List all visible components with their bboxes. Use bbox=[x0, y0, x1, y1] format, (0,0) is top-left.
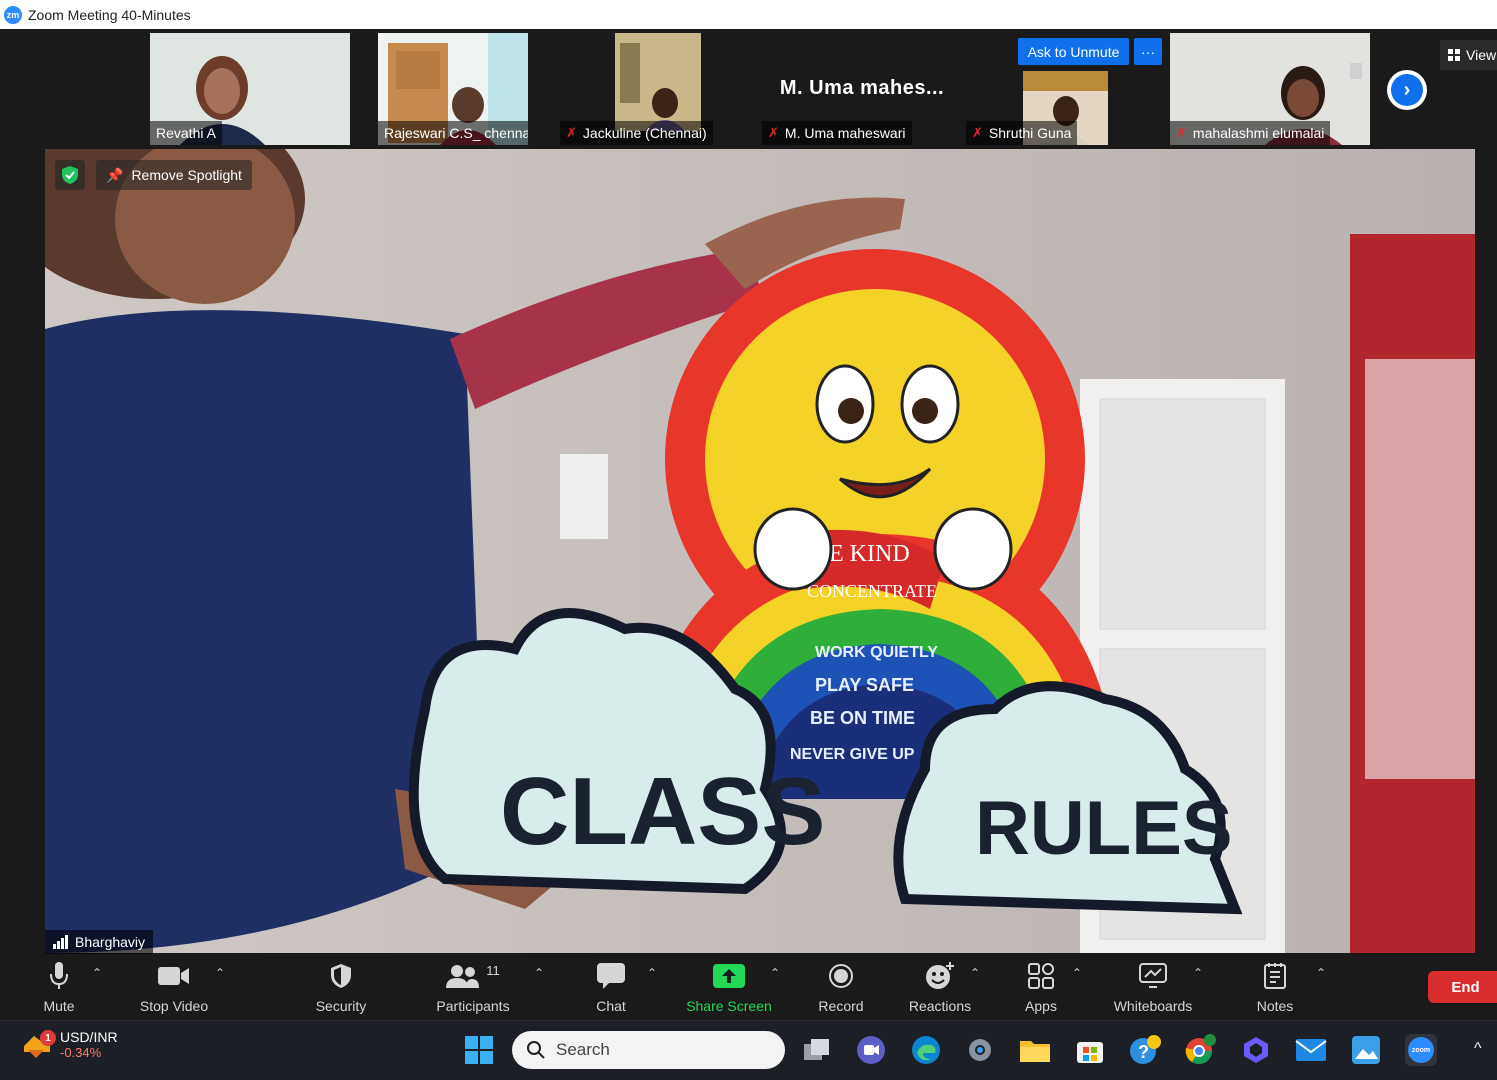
whiteboards-button[interactable]: Whiteboards bbox=[1108, 960, 1198, 1014]
participant-name: Rajeswari C.S_ chennai bbox=[378, 121, 528, 145]
copilot-icon[interactable] bbox=[1240, 1034, 1272, 1066]
more-options-button[interactable]: ··· bbox=[1134, 38, 1162, 65]
participant-strip: Revathi A Rajeswari C.S_ chennai ✗ Jackul… bbox=[0, 29, 1497, 148]
chrome-browser-icon[interactable] bbox=[1184, 1034, 1216, 1066]
search-icon bbox=[527, 1041, 545, 1059]
participants-options-caret-icon[interactable]: ⌃ bbox=[534, 966, 544, 980]
notes-icon bbox=[1264, 960, 1286, 992]
chevron-right-icon: › bbox=[1391, 74, 1423, 106]
speaker-name-label: Bharghaviy bbox=[45, 930, 154, 954]
view-button[interactable]: View bbox=[1440, 40, 1497, 70]
chat-button[interactable]: Chat bbox=[594, 960, 628, 1014]
share-options-caret-icon[interactable]: ⌃ bbox=[770, 966, 780, 980]
chat-options-caret-icon[interactable]: ⌃ bbox=[647, 966, 657, 980]
meet-icon[interactable] bbox=[855, 1034, 887, 1066]
mic-muted-icon: ✗ bbox=[566, 125, 577, 140]
ask-to-unmute-button[interactable]: Ask to Unmute bbox=[1018, 38, 1129, 65]
participant-name: ✗ mahalashmi elumalai bbox=[1170, 121, 1331, 145]
spotlight-video-frame: CLASS RULES BE KIND CONCENTRATE WORK QUI… bbox=[45, 149, 1475, 953]
mute-options-caret-icon[interactable]: ⌃ bbox=[92, 966, 102, 980]
mute-button[interactable]: Mute bbox=[38, 960, 80, 1014]
participant-name: Revathi A bbox=[150, 121, 222, 145]
task-view-icon[interactable] bbox=[801, 1034, 833, 1066]
poster-rainbow-text-1: WORK QUIETLY bbox=[815, 644, 938, 661]
encryption-shield-icon[interactable] bbox=[55, 160, 85, 190]
pin-icon: 📌 bbox=[106, 166, 124, 183]
poster-banner-text-2: CONCENTRATE bbox=[807, 581, 937, 601]
reactions-options-caret-icon[interactable]: ⌃ bbox=[970, 966, 980, 980]
help-icon[interactable]: ? bbox=[1129, 1034, 1161, 1066]
windows-start-icon[interactable] bbox=[463, 1034, 495, 1066]
participant-tile-rajeswari[interactable]: Rajeswari C.S_ chennai bbox=[378, 33, 528, 145]
participant-name: ✗ Shruthi Guna bbox=[966, 121, 1078, 145]
photos-icon[interactable] bbox=[1350, 1034, 1382, 1066]
smiley-plus-icon bbox=[925, 960, 955, 992]
participant-name: ✗ M. Uma maheswari bbox=[762, 121, 912, 145]
participants-button[interactable]: 11 Participants bbox=[432, 960, 514, 1015]
svg-text:?: ? bbox=[1138, 1042, 1149, 1062]
participant-tile-mahalashmi[interactable]: ✗ mahalashmi elumalai bbox=[1170, 33, 1370, 145]
mic-muted-icon: ✗ bbox=[1176, 125, 1187, 140]
meeting-toolbar: Mute ⌃ Stop Video ⌃ Security 11 Particip… bbox=[0, 954, 1497, 1020]
mic-muted-icon: ✗ bbox=[768, 125, 779, 140]
zoom-logo-icon: zm bbox=[4, 5, 22, 24]
poster-rules-text: RULES bbox=[975, 786, 1233, 871]
video-options-caret-icon[interactable]: ⌃ bbox=[215, 966, 225, 980]
notes-button[interactable]: Notes bbox=[1252, 960, 1298, 1014]
participant-name: ✗ Jackuline (Chennai) bbox=[560, 121, 713, 145]
notes-options-caret-icon[interactable]: ⌃ bbox=[1316, 966, 1326, 980]
remove-spotlight-button[interactable]: 📌 Remove Spotlight bbox=[96, 160, 252, 190]
next-page-button[interactable]: › bbox=[1387, 70, 1427, 110]
signal-strength-icon bbox=[53, 935, 68, 949]
share-screen-button[interactable]: Share Screen bbox=[684, 960, 774, 1014]
whiteboard-icon bbox=[1139, 960, 1167, 992]
participant-display-name: M. Uma mahes... bbox=[779, 77, 945, 99]
zoom-app-icon[interactable]: zoom bbox=[1405, 1034, 1437, 1066]
end-meeting-button[interactable]: End bbox=[1428, 971, 1497, 1003]
participants-count: 11 bbox=[486, 962, 500, 978]
record-button[interactable]: Record bbox=[816, 960, 866, 1014]
chat-bubble-icon bbox=[597, 960, 625, 992]
spotlight-video[interactable]: CLASS RULES BE KIND CONCENTRATE WORK QUI… bbox=[45, 149, 1475, 953]
video-camera-icon bbox=[158, 960, 190, 992]
grid-icon bbox=[1448, 49, 1460, 61]
participant-tile-revathi[interactable]: Revathi A bbox=[150, 33, 350, 145]
poster-rainbow-text-2: PLAY SAFE bbox=[815, 675, 914, 695]
security-button[interactable]: Security bbox=[312, 960, 370, 1014]
participant-tile-uma[interactable]: M. Uma mahes... ✗ M. Uma maheswari bbox=[762, 33, 962, 145]
microphone-icon bbox=[50, 960, 68, 992]
store-icon[interactable] bbox=[1074, 1034, 1106, 1066]
file-explorer-icon[interactable] bbox=[1019, 1034, 1051, 1066]
notification-badge: 1 bbox=[40, 1030, 56, 1046]
poster-class-text: CLASS bbox=[500, 758, 825, 865]
participants-icon: 11 bbox=[446, 960, 500, 992]
window-title: Zoom Meeting 40-Minutes bbox=[28, 6, 191, 23]
participant-tile-jackuline[interactable]: ✗ Jackuline (Chennai) bbox=[560, 33, 726, 145]
apps-button[interactable]: Apps bbox=[1022, 960, 1060, 1014]
mail-icon[interactable] bbox=[1295, 1034, 1327, 1066]
share-screen-icon bbox=[713, 960, 745, 992]
taskbar-search-box[interactable]: Search bbox=[512, 1031, 785, 1069]
poster-rainbow-text-4: NEVER GIVE UP bbox=[790, 746, 915, 763]
mic-muted-icon: ✗ bbox=[972, 125, 983, 140]
stop-video-button[interactable]: Stop Video bbox=[136, 960, 212, 1014]
apps-icon bbox=[1028, 960, 1054, 992]
title-bar: zm Zoom Meeting 40-Minutes bbox=[0, 0, 1497, 29]
whiteboards-options-caret-icon[interactable]: ⌃ bbox=[1193, 966, 1203, 980]
record-icon bbox=[828, 960, 854, 992]
reactions-button[interactable]: Reactions bbox=[906, 960, 974, 1014]
shield-icon bbox=[330, 960, 352, 992]
apps-options-caret-icon[interactable]: ⌃ bbox=[1072, 966, 1082, 980]
edge-browser-icon[interactable] bbox=[910, 1034, 942, 1066]
currency-widget[interactable]: USD/INR -0.34% bbox=[22, 1029, 118, 1060]
show-hidden-icons-chevron-icon[interactable]: ^ bbox=[1474, 1040, 1482, 1058]
poster-rainbow-text-3: BE ON TIME bbox=[810, 708, 915, 728]
settings-gear-icon[interactable] bbox=[964, 1034, 996, 1066]
